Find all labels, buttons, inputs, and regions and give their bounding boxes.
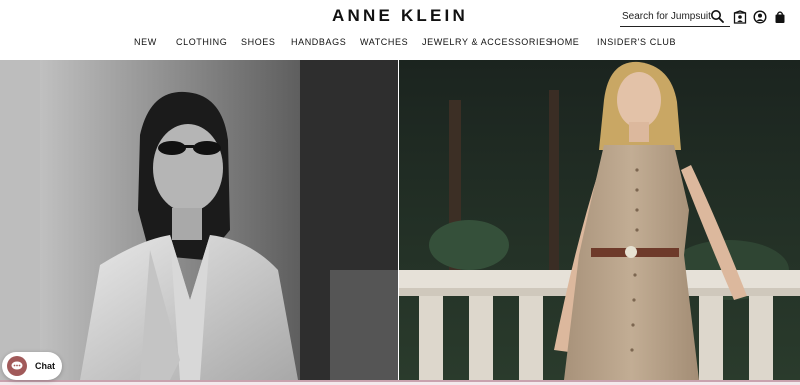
nav-item-clothing[interactable]: CLOTHING [176, 37, 227, 47]
chat-label: Chat [35, 361, 55, 371]
hero-photo-color [399, 60, 800, 380]
search-field[interactable]: Search for Jumpsuit [620, 6, 730, 27]
nav-item-shoes[interactable]: SHOES [241, 37, 276, 47]
main-nav: NEW CLOTHING SHOES HANDBAGS WATCHES JEWE… [0, 37, 800, 51]
search-icon[interactable] [710, 9, 724, 23]
page-bottom-strip [0, 380, 800, 385]
chat-bubble-icon [7, 356, 27, 376]
hero-image-right[interactable] [399, 60, 800, 380]
hero-photo-bw [0, 60, 398, 380]
site-header: ANNE KLEIN Search for Jumpsuit NEW CLOTH… [0, 0, 800, 60]
search-input[interactable]: Search for Jumpsuit [622, 11, 711, 22]
hero-image-left[interactable] [0, 60, 398, 380]
account-icon[interactable] [753, 10, 767, 24]
nav-item-handbags[interactable]: HANDBAGS [291, 37, 346, 47]
bag-icon[interactable] [773, 10, 787, 24]
nav-item-jewelry-accessories[interactable]: JEWELRY & ACCESSORIES [422, 37, 552, 47]
nav-item-new[interactable]: NEW [134, 37, 157, 47]
nav-item-watches[interactable]: WATCHES [360, 37, 408, 47]
nav-item-home[interactable]: HOME [550, 37, 579, 47]
accent-line [0, 380, 800, 382]
chat-button[interactable]: Chat [2, 352, 62, 380]
nav-item-insiders-club[interactable]: INSIDER'S CLUB [597, 37, 676, 47]
store-locator-icon[interactable] [733, 10, 747, 24]
